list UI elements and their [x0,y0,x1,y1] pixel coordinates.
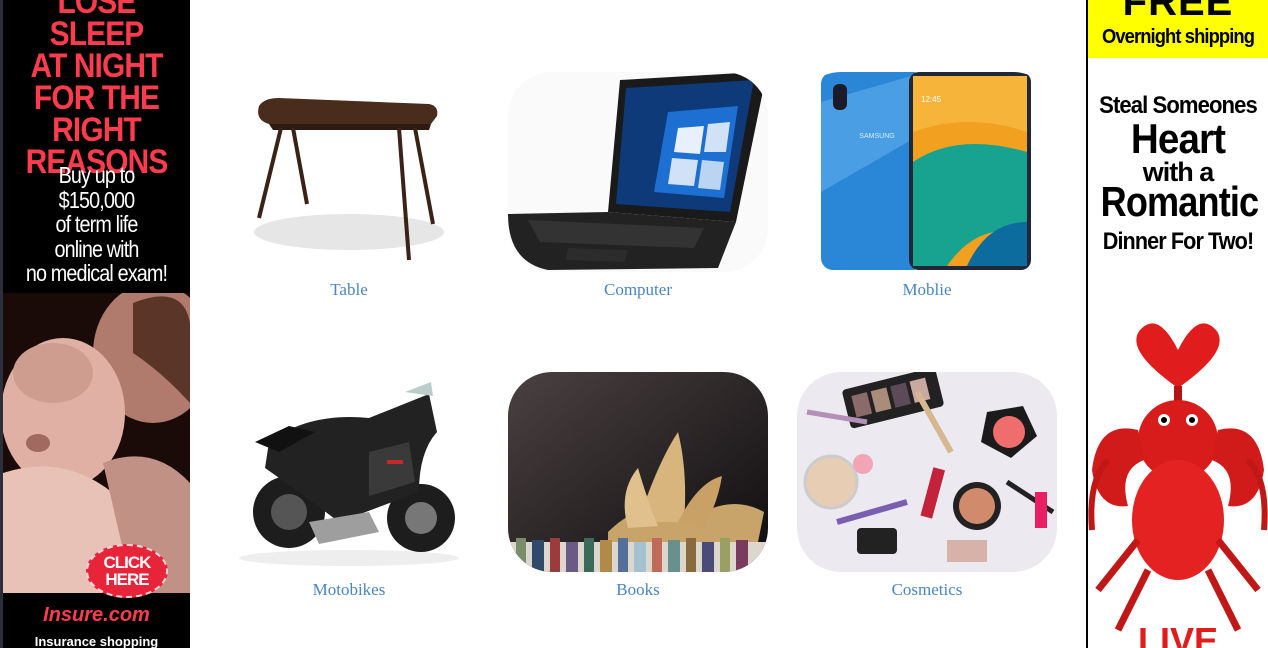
product-card-cosmetics[interactable]: Cosmetics [797,372,1057,612]
product-card-table[interactable]: Table [219,72,479,312]
ad-line: Dinner For Two! [1102,228,1254,255]
click-here-button[interactable]: CLICK HERE [86,544,168,598]
table-image[interactable] [219,72,479,272]
ad-line: Romantic [1100,178,1260,225]
product-card-motobikes[interactable]: Motobikes [219,372,479,612]
svg-text:SAMSUNG: SAMSUNG [859,133,894,140]
ad-line: Heart [1130,115,1226,162]
svg-text:12:45: 12:45 [921,95,942,104]
laptop-image[interactable] [508,72,768,272]
books-image[interactable] [508,372,768,572]
ad-subtext-line: of term life [55,211,138,237]
product-label[interactable]: Cosmetics [797,580,1057,600]
ad-tagline: Insurance shopping [34,634,159,648]
ad-live-text: LIVE [1137,620,1218,648]
product-card-mobile[interactable]: SAMSUNG 12:45 Moblie [797,72,1057,312]
ad-headline-line: RIGHT [52,111,142,149]
right-advertisement[interactable]: FREE Overnight shipping Steal Someones H… [1086,0,1268,648]
product-label[interactable]: Computer [508,280,768,300]
product-label[interactable]: Books [508,580,768,600]
left-advertisement[interactable]: LOSE SLEEP AT NIGHT FOR THE RIGHT REASON… [0,0,190,648]
father-baby-photo [3,293,190,593]
cosmetics-image[interactable] [797,372,1057,572]
ad-subtext-line: online with [54,235,139,262]
ad-headline-line: LOSE SLEEP [49,0,145,53]
product-label[interactable]: Motobikes [219,580,479,600]
ad-headline-line: FOR THE [33,79,160,117]
product-card-books[interactable]: Books [508,372,768,612]
ad-subtext-line: $150,000 [58,186,135,213]
ad-headline: LOSE SLEEP AT NIGHT FOR THE RIGHT REASON… [14,0,179,179]
product-label[interactable]: Moblie [797,280,1057,300]
click-label: CLICK [103,553,152,572]
lobster-heart-illustration [1088,323,1268,632]
motorbike-image[interactable] [219,372,479,572]
ad-subtext-line: Buy up to [58,162,136,188]
click-label: HERE [105,570,149,589]
product-card-computer[interactable]: Computer [508,72,768,312]
mobile-phone-image[interactable]: SAMSUNG 12:45 [797,72,1057,272]
ad-subtext: Buy up to $150,000 of term life online w… [16,163,177,286]
ad-headline-line: AT NIGHT [30,47,163,85]
ad-brand: Insure.com [43,604,150,626]
ad-free-title: FREE [1122,0,1234,24]
ad-shipping-text: Overnight shipping [1101,26,1255,48]
ad-subtext-line: no medical exam! [25,260,168,286]
product-label[interactable]: Table [219,280,479,300]
